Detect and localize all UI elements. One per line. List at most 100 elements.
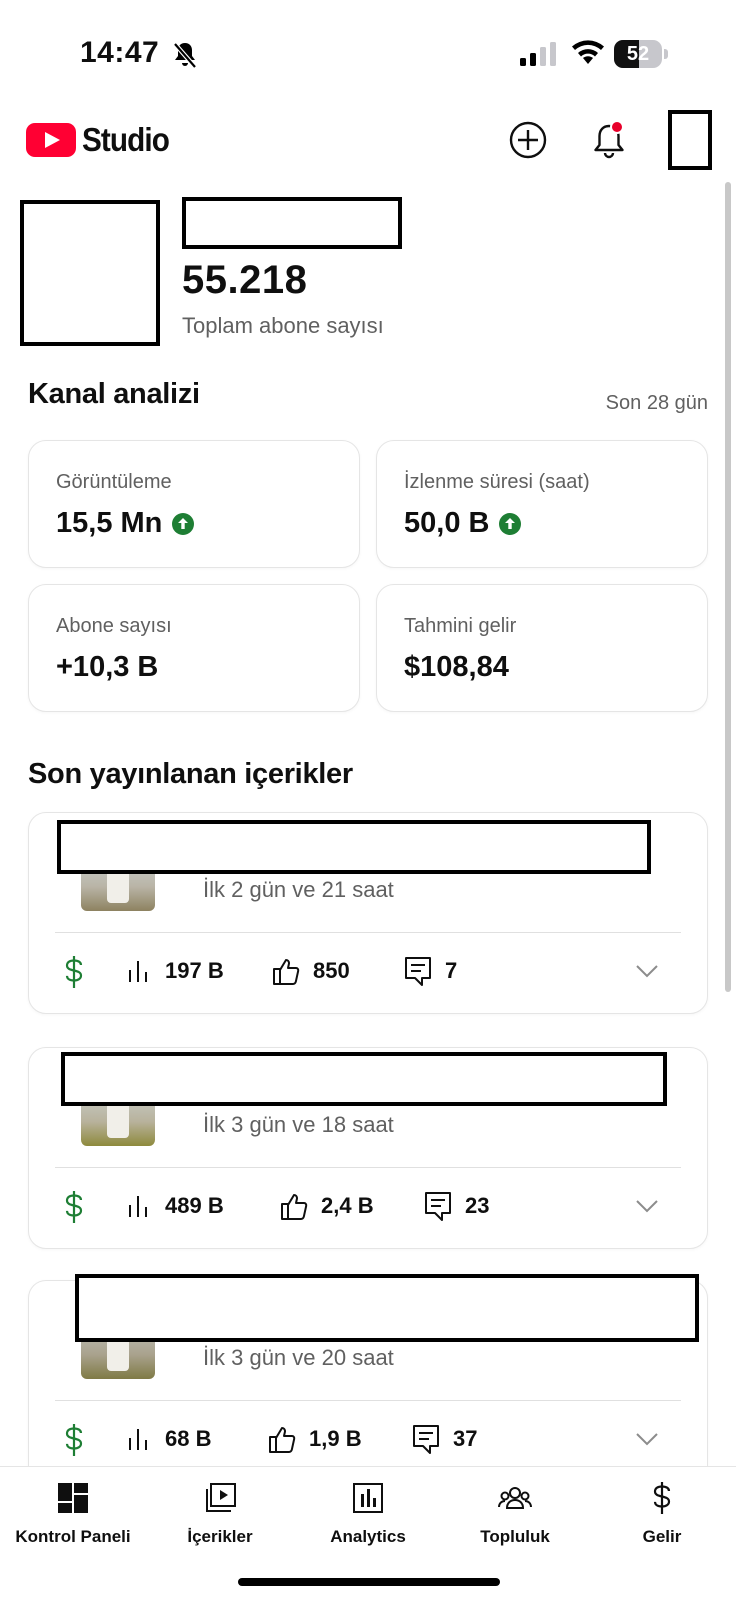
nav-item-analytics[interactable]: Analytics xyxy=(298,1475,438,1546)
earn-icon xyxy=(653,1482,671,1514)
wifi-icon xyxy=(572,40,604,64)
create-icon[interactable] xyxy=(508,120,548,160)
nav-label: Kontrol Paneli xyxy=(15,1527,131,1546)
metric-label: Tahmini gelir xyxy=(404,615,517,637)
views-stat: 68 B xyxy=(127,1419,211,1459)
video-title-redacted xyxy=(57,820,651,874)
expand-chevron-icon[interactable] xyxy=(635,1198,659,1214)
nav-label: İçerikler xyxy=(187,1527,253,1546)
video-time-range: İlk 3 gün ve 18 saat xyxy=(203,1112,394,1137)
comment-icon xyxy=(405,957,431,986)
recent-content-title: Son yayınlanan içerikler xyxy=(28,758,353,790)
expand-chevron-icon[interactable] xyxy=(635,1431,659,1447)
metric-value-text: 50,0 B xyxy=(404,507,490,539)
subscriber-label: Toplam abone sayısı xyxy=(182,313,384,338)
status-time: 14:47 xyxy=(80,36,160,69)
monetization-dollar-icon xyxy=(65,1191,83,1223)
nav-label: Gelir xyxy=(642,1527,682,1546)
content-card[interactable]: İlk 3 gün ve 18 saat 489 B 2,4 B 23 xyxy=(28,1047,708,1249)
youtube-studio-logo[interactable]: Studio xyxy=(26,121,179,158)
metric-value-text: 15,5 Mn xyxy=(56,507,163,539)
metric-value-text: +10,3 B xyxy=(56,651,159,683)
like-thumb-icon xyxy=(273,959,300,985)
status-bar: 14:47 52 xyxy=(0,0,736,96)
home-indicator[interactable] xyxy=(238,1578,500,1586)
metric-value: 15,5 Mn xyxy=(56,507,195,540)
comments-stat: 37 xyxy=(411,1419,477,1459)
views-stat: 197 B xyxy=(127,951,224,991)
metric-label: İzlenme süresi (saat) xyxy=(404,471,590,493)
metric-card-watch-time[interactable]: İzlenme süresi (saat) 50,0 B xyxy=(376,440,708,568)
comments-stat: 23 xyxy=(423,1186,489,1226)
views-value: 68 B xyxy=(165,1426,212,1451)
metric-value: +10,3 B xyxy=(56,651,158,684)
analytics-icon xyxy=(353,1483,383,1513)
views-chart-icon xyxy=(129,1196,147,1217)
metric-value-text: $108,84 xyxy=(404,651,509,683)
expand-chevron-icon[interactable] xyxy=(635,963,659,979)
like-thumb-icon xyxy=(281,1194,308,1220)
nav-item-content[interactable]: İçerikler xyxy=(150,1475,290,1546)
likes-stat: 1,9 B xyxy=(267,1419,362,1459)
trend-up-icon xyxy=(172,512,195,535)
metric-value: $108,84 xyxy=(404,651,509,684)
video-title-redacted xyxy=(75,1274,699,1342)
logo-text: Studio xyxy=(82,121,170,158)
views-chart-icon xyxy=(129,961,147,982)
comments-value: 23 xyxy=(465,1193,490,1218)
views-value: 489 B xyxy=(165,1193,224,1218)
likes-value: 850 xyxy=(313,958,350,983)
content-card[interactable]: İlk 3 gün ve 20 saat 68 B 1,9 B 37 xyxy=(28,1274,708,1466)
battery-indicator: 52 xyxy=(614,40,668,68)
views-stat: 489 B xyxy=(127,1186,224,1226)
dashboard-icon xyxy=(58,1483,88,1513)
analytics-period[interactable]: Son 28 gün xyxy=(540,392,708,415)
divider xyxy=(55,932,681,933)
likes-stat: 2,4 B xyxy=(279,1186,374,1226)
metric-card-revenue[interactable]: Tahmini gelir $108,84 xyxy=(376,584,708,712)
comments-stat: 7 xyxy=(403,951,457,991)
trend-up-icon xyxy=(499,512,522,535)
divider xyxy=(55,1400,681,1401)
subscriber-count: 55.218 xyxy=(182,258,308,302)
video-time-range: İlk 3 gün ve 20 saat xyxy=(203,1345,394,1370)
comments-value: 37 xyxy=(453,1426,478,1451)
comment-icon xyxy=(413,1425,439,1454)
metric-value: 50,0 B xyxy=(404,507,522,540)
nav-label: Topluluk xyxy=(480,1527,550,1546)
nav-item-earn[interactable]: Gelir xyxy=(592,1475,732,1546)
likes-value: 1,9 B xyxy=(309,1426,362,1451)
channel-avatar[interactable] xyxy=(20,200,160,346)
channel-analytics-title: Kanal analizi xyxy=(28,378,200,410)
comment-icon xyxy=(425,1192,451,1221)
scrollbar[interactable] xyxy=(725,182,731,992)
nav-item-community[interactable]: Topluluk xyxy=(445,1475,585,1546)
nav-label: Analytics xyxy=(330,1527,406,1546)
battery-percent: 52 xyxy=(626,43,650,65)
views-value: 197 B xyxy=(165,958,224,983)
like-thumb-icon xyxy=(269,1427,296,1453)
channel-name-redacted xyxy=(182,197,402,249)
account-avatar[interactable] xyxy=(668,110,712,170)
metric-card-subscribers[interactable]: Abone sayısı +10,3 B xyxy=(28,584,360,712)
cellular-signal-icon xyxy=(520,42,556,66)
community-icon xyxy=(498,1487,532,1509)
notifications-bell-icon[interactable] xyxy=(590,118,630,162)
video-time-range: İlk 2 gün ve 21 saat xyxy=(203,877,394,902)
likes-value: 2,4 B xyxy=(321,1193,374,1218)
app-header: Studio xyxy=(0,100,736,180)
silent-mode-icon xyxy=(173,42,197,69)
youtube-play-icon xyxy=(26,123,76,157)
divider xyxy=(55,1167,681,1168)
metric-label: Görüntüleme xyxy=(56,471,172,493)
monetization-dollar-icon xyxy=(65,1424,83,1456)
comments-value: 7 xyxy=(445,958,458,983)
video-title-redacted xyxy=(61,1052,667,1106)
monetization-dollar-icon xyxy=(65,956,83,988)
metric-label: Abone sayısı xyxy=(56,615,172,637)
metric-card-views[interactable]: Görüntüleme 15,5 Mn xyxy=(28,440,360,568)
content-card[interactable]: İlk 2 gün ve 21 saat 197 B 850 7 xyxy=(28,812,708,1014)
content-icon xyxy=(206,1483,236,1512)
nav-item-dashboard[interactable]: Kontrol Paneli xyxy=(3,1475,143,1546)
views-chart-icon xyxy=(129,1429,147,1450)
